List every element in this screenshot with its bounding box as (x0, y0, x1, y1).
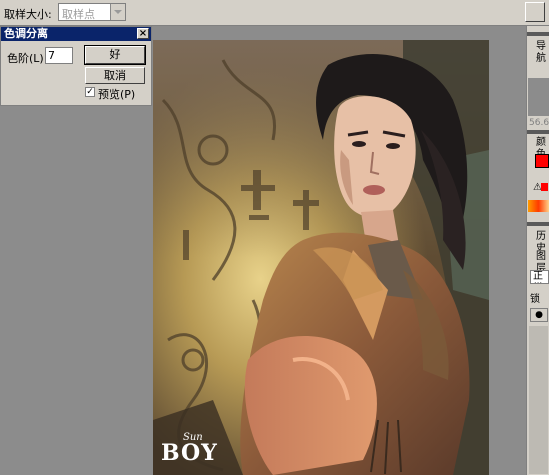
preview-label[interactable]: 预览(P) (98, 86, 135, 102)
palette-separator (527, 222, 549, 226)
layers-scrollbar[interactable] (529, 326, 548, 474)
document-canvas[interactable]: Sun BOY (153, 40, 489, 475)
gamut-swatch[interactable] (541, 183, 548, 191)
tab-color[interactable]: 颜色 (528, 136, 549, 160)
sample-size-value: 取样点 (62, 8, 95, 21)
color-ramp[interactable] (528, 200, 549, 212)
tab-navigator[interactable]: 导航 (528, 40, 549, 64)
blend-mode-select[interactable]: 正常 (530, 270, 549, 284)
eye-icon[interactable]: ● (530, 308, 548, 322)
tab-history[interactable]: 历史 (528, 230, 549, 254)
levels-label: 色阶(L): (7, 52, 48, 65)
palette-well-button[interactable] (525, 2, 545, 22)
navigator-preview[interactable] (528, 78, 549, 116)
sample-size-label: 取样大小: (4, 8, 52, 21)
levels-input[interactable]: 7 (45, 47, 73, 64)
tab-layers[interactable]: 图层 (528, 250, 549, 274)
posterized-photo (153, 40, 489, 475)
palette-separator (527, 130, 549, 134)
close-icon[interactable]: × (137, 28, 149, 39)
palette-dock: 导航 56.6 颜色 ⚠ 历史 图层 正常 锁定 ● (526, 26, 549, 475)
ok-button[interactable]: 好 (84, 45, 146, 65)
posterize-dialog: 色调分离 × 色阶(L): 7 好 取消 ✓ 预览(P) (0, 26, 152, 106)
palette-separator (527, 32, 549, 36)
watermark-text: BOY (161, 440, 218, 466)
zoom-readout[interactable]: 56.6 (529, 118, 549, 128)
foreground-color-swatch[interactable] (535, 154, 549, 168)
chevron-down-icon[interactable] (110, 4, 125, 20)
dialog-titlebar[interactable]: 色调分离 × (1, 27, 151, 41)
preview-checkbox[interactable]: ✓ (85, 87, 95, 97)
sample-size-select[interactable]: 取样点 (58, 3, 126, 21)
dialog-title: 色调分离 (4, 27, 48, 40)
cancel-button[interactable]: 取消 (85, 67, 145, 84)
options-bar: 取样大小: 取样点 (0, 0, 549, 26)
